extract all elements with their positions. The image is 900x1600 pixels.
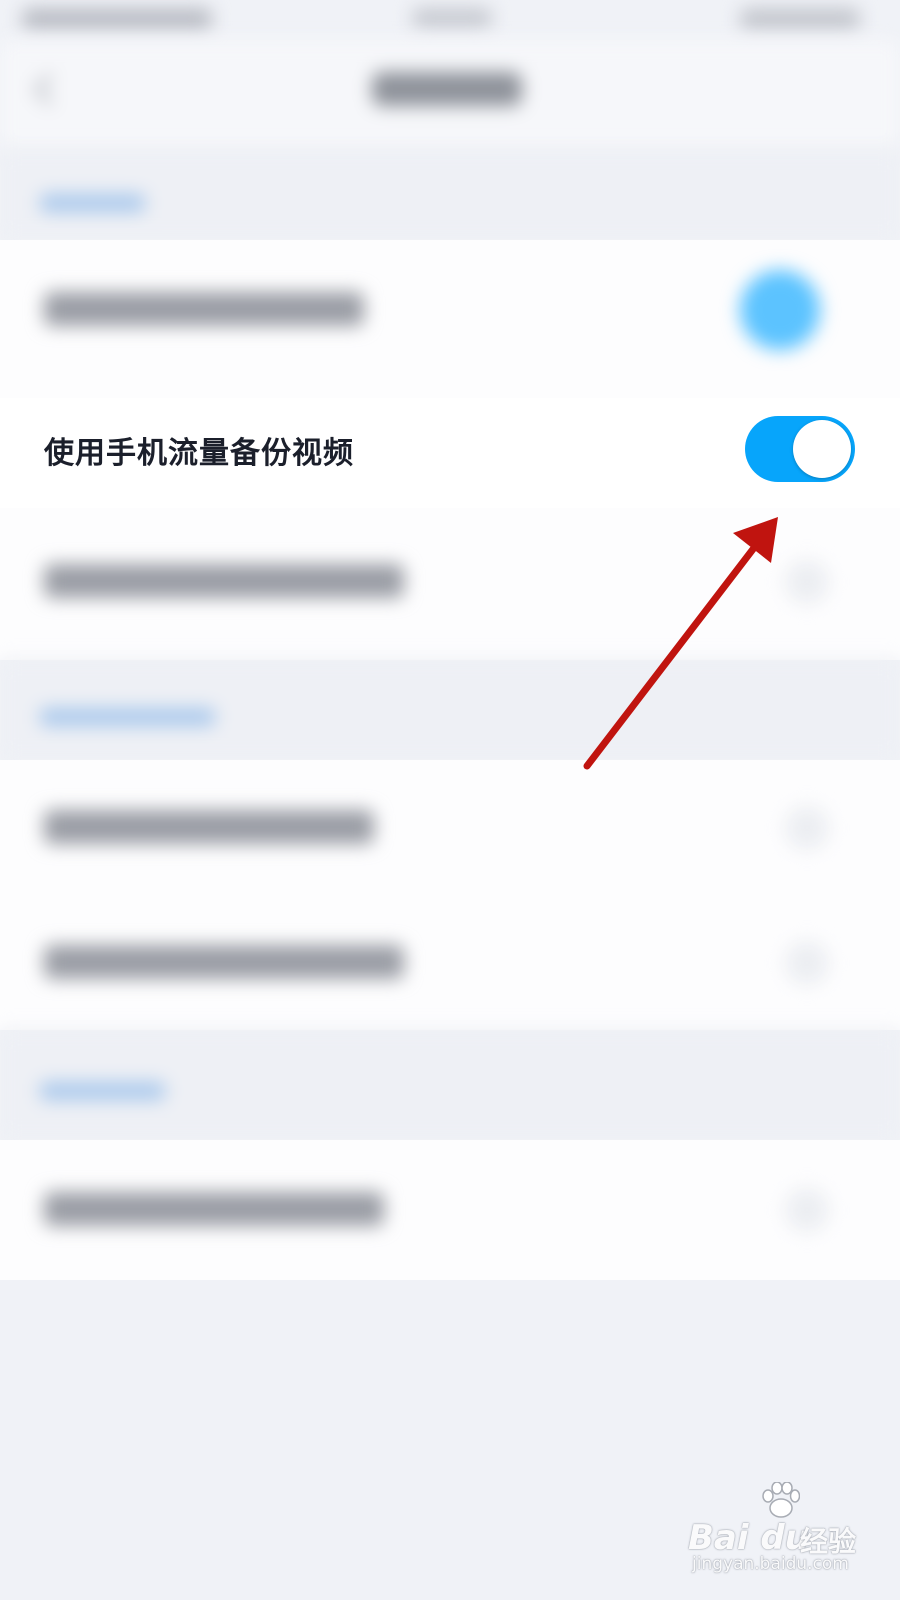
back-chevron-icon[interactable] xyxy=(32,70,60,110)
settings-row-5[interactable] xyxy=(0,895,900,1030)
settings-row-mobile-data-backup[interactable]: 使用手机流量备份视频 xyxy=(0,398,900,508)
settings-row-control[interactable] xyxy=(785,560,829,604)
settings-row-4[interactable] xyxy=(0,760,900,895)
settings-card-3 xyxy=(0,1140,900,1280)
settings-row-label xyxy=(44,945,404,979)
mobile-data-backup-toggle[interactable] xyxy=(745,416,855,482)
navigation-bar xyxy=(0,40,900,150)
settings-row-label xyxy=(44,1192,384,1226)
settings-card-2 xyxy=(0,760,900,1030)
settings-row-3[interactable] xyxy=(0,512,900,652)
status-bar-indicators xyxy=(740,8,860,30)
section-gap-2 xyxy=(0,660,900,760)
settings-row-control[interactable] xyxy=(785,1188,829,1232)
status-bar-center xyxy=(412,8,492,28)
settings-row-control[interactable] xyxy=(785,806,829,850)
toggle-switch-1[interactable] xyxy=(740,270,820,350)
watermark-url: jingyan.baidu.com xyxy=(692,1554,849,1574)
settings-row-label xyxy=(44,810,374,844)
baidu-jingyan-watermark: Bai du 经验 jingyan.baidu.com xyxy=(688,1482,888,1590)
settings-row-label xyxy=(44,564,404,598)
toggle-knob xyxy=(793,420,851,478)
settings-row-6[interactable] xyxy=(0,1140,900,1280)
status-bar xyxy=(0,0,900,40)
section-header-1 xyxy=(40,194,145,212)
section-gap-1 xyxy=(0,150,900,240)
status-bar-time xyxy=(22,8,212,30)
settings-row-label xyxy=(44,292,364,326)
section-header-2 xyxy=(40,708,215,726)
baidu-paw-icon xyxy=(762,1482,800,1518)
section-header-3 xyxy=(40,1082,165,1100)
settings-row-control[interactable] xyxy=(785,941,829,985)
page-title xyxy=(372,72,522,106)
settings-row-label: 使用手机流量备份视频 xyxy=(44,436,354,471)
watermark-logo: Bai du xyxy=(688,1518,809,1558)
section-gap-3 xyxy=(0,1030,900,1140)
